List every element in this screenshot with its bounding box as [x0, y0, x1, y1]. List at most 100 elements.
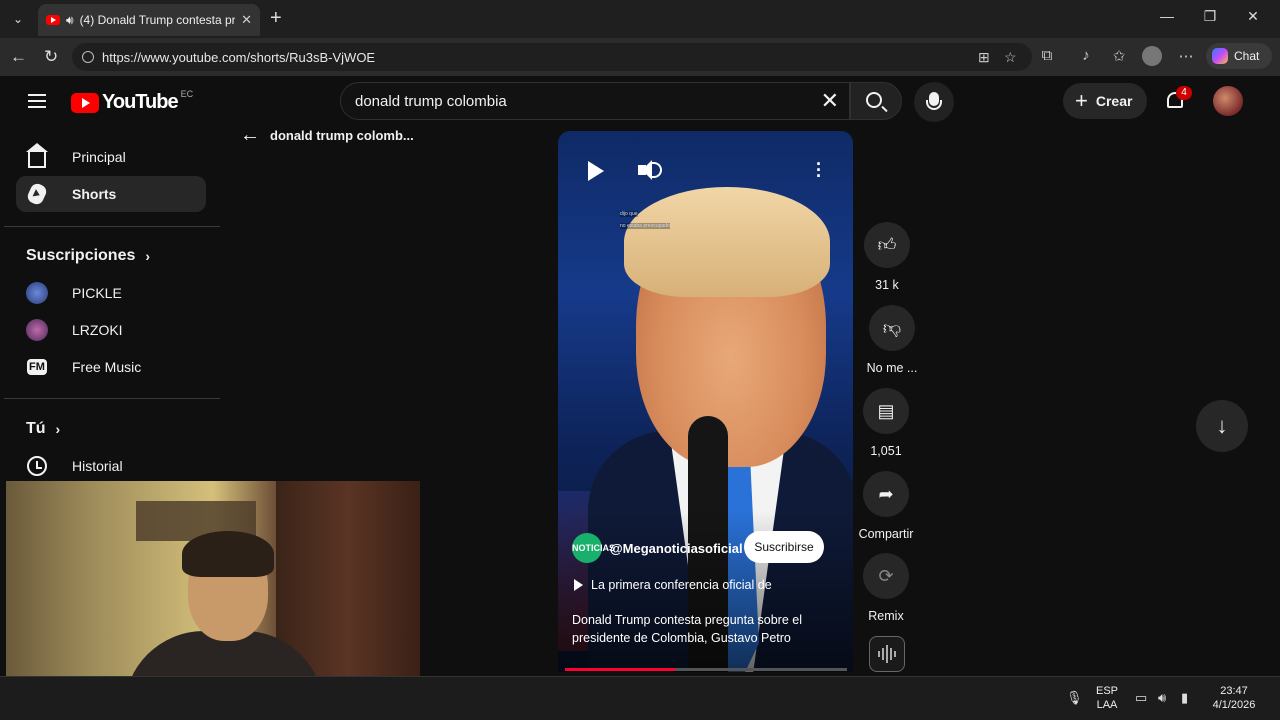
site-info-icon[interactable] — [82, 51, 94, 63]
clock[interactable]: 23:47 4/1/2026 — [1204, 684, 1264, 712]
youtube-play-icon — [71, 92, 99, 113]
restore-button[interactable]: ❐ — [1195, 8, 1225, 25]
youtube-favicon-icon — [46, 15, 60, 25]
favorite-star-icon[interactable]: ☆ — [1004, 49, 1017, 66]
clear-search-icon[interactable]: ✕ — [821, 90, 839, 112]
thumbs-down-icon: 👎︎ — [869, 305, 915, 351]
comments-button[interactable]: ▤ 1,051 — [851, 388, 921, 458]
subscribe-button[interactable]: Suscribirse — [744, 531, 824, 563]
short-video-player[interactable]: · · · dijo que no estaba preocupado NOTICI… — [558, 131, 853, 672]
description-link[interactable]: La primera conferencia oficial de — [574, 578, 772, 592]
back-to-search[interactable]: ← donald trump colomb... — [240, 124, 414, 147]
chevron-right-icon: › — [55, 421, 61, 437]
history-icon — [27, 456, 47, 476]
video-progress-fill — [565, 668, 675, 671]
wave-bar — [878, 651, 880, 657]
chevron-right-icon: › — [145, 248, 151, 264]
description-link-label: La primera conferencia oficial de — [591, 578, 772, 592]
dislike-button[interactable]: 👎︎ No me ... — [857, 305, 927, 375]
wave-bar — [882, 648, 884, 660]
notifications-button[interactable]: 4 — [1164, 86, 1192, 112]
microphone-tray-icon[interactable]: 🎙︎ — [1066, 690, 1083, 706]
search-icon — [866, 92, 882, 108]
sidebar-item-label: Historial — [72, 458, 123, 474]
copilot-label: Chat — [1234, 49, 1260, 63]
play-icon[interactable] — [588, 161, 604, 181]
wave-bar — [890, 648, 892, 660]
language-code: ESP — [1095, 685, 1118, 697]
channel-row[interactable]: NOTICIAS @Meganoticiasoficial — [572, 533, 743, 563]
sidebar-item-history[interactable]: Historial — [16, 448, 206, 484]
volume-tray-icon[interactable]: 🔊︎ — [1158, 690, 1166, 706]
like-button[interactable]: 👍︎ 31 k — [852, 222, 922, 292]
create-button[interactable]: + Crear — [1063, 83, 1147, 119]
channel-avatar — [26, 282, 48, 304]
more-options-icon[interactable]: · · · — [816, 155, 822, 185]
sidebar-item-free-music[interactable]: FM Free Music — [16, 349, 206, 385]
thumbs-up-icon: 👍︎ — [864, 222, 910, 268]
you-heading-label: Tú — [26, 420, 46, 437]
voice-search-button[interactable] — [914, 82, 954, 122]
history-icon-wrap — [26, 455, 48, 477]
copilot-chat-button[interactable]: Chat — [1206, 43, 1272, 69]
app-available-icon[interactable]: ⊞ — [978, 49, 990, 66]
comment-count: 1,051 — [870, 444, 902, 458]
share-button[interactable]: ➦ Compartir — [851, 471, 921, 541]
tab-actions-menu[interactable]: ⌄ — [6, 8, 30, 30]
channel-name[interactable]: @Meganoticiasoficial — [610, 541, 743, 556]
avatar-wrap — [26, 282, 48, 304]
notification-badge: 4 — [1176, 86, 1192, 100]
video-caption-overlay-1: dijo que — [620, 211, 638, 217]
back-arrow-icon[interactable]: ← — [10, 47, 27, 67]
video-progress-bar[interactable] — [565, 668, 847, 671]
tab-close-icon[interactable]: ✕ — [241, 12, 252, 28]
input-language[interactable]: ESP LAA — [1092, 684, 1122, 712]
youtube-logo[interactable]: YouTube EC — [71, 88, 194, 114]
sidebar-item-lrzoki[interactable]: LRZOKI — [16, 312, 206, 348]
more-menu-icon[interactable]: ⋯ — [1175, 47, 1197, 65]
avatar-wrap: FM — [26, 356, 48, 378]
browser-toolbar: ← ↻ https://www.youtube.com/shorts/Ru3sB… — [0, 38, 1280, 76]
browser-profile-avatar[interactable] — [1142, 46, 1162, 66]
sidebar-item-pickle[interactable]: PICKLE — [16, 275, 206, 311]
subscriptions-heading[interactable]: Suscripciones › — [26, 247, 150, 265]
sidebar-item-label: LRZOKI — [72, 322, 123, 338]
refresh-icon[interactable]: ↻ — [44, 47, 58, 67]
sound-thumbnail[interactable] — [869, 636, 905, 672]
network-icon[interactable]: ▭ — [1135, 690, 1147, 706]
comment-icon: ▤ — [863, 388, 909, 434]
webcam-person-hair — [182, 531, 274, 577]
volume-icon[interactable] — [638, 159, 662, 183]
sidebar-item-shorts[interactable]: Shorts — [16, 176, 206, 212]
search-button[interactable] — [850, 82, 902, 120]
next-short-button[interactable]: ↓ — [1196, 400, 1248, 452]
extensions-icon[interactable]: ⧉ — [1036, 47, 1058, 64]
sound-wave — [652, 162, 662, 178]
favorites-icon[interactable]: ✩ — [1108, 47, 1130, 65]
back-label: donald trump colomb... — [270, 128, 414, 143]
language-layout: LAA — [1096, 699, 1118, 711]
guide-menu-icon[interactable] — [28, 94, 46, 108]
search-input[interactable]: donald trump colombia ✕ — [340, 82, 850, 120]
sidebar-item-home[interactable]: Principal — [16, 139, 206, 175]
share-label: Compartir — [858, 527, 914, 541]
remix-button[interactable]: ⟳ Remix — [851, 553, 921, 623]
sidebar-divider — [4, 398, 220, 399]
address-bar[interactable]: https://www.youtube.com/shorts/Ru3sB-VjW… — [72, 43, 1032, 71]
account-avatar[interactable] — [1213, 86, 1243, 116]
country-code: EC — [180, 88, 194, 99]
close-window-button[interactable]: ✕ — [1238, 8, 1268, 25]
minimize-button[interactable]: — — [1152, 8, 1182, 24]
clock-date: 4/1/2026 — [1212, 699, 1256, 711]
microphone-stand — [926, 100, 942, 110]
channel-avatar — [26, 319, 48, 341]
reading-mode-icon[interactable]: ♪ — [1075, 47, 1097, 64]
clock-time: 23:47 — [1220, 685, 1248, 697]
new-tab-button[interactable]: + — [270, 8, 282, 28]
you-heading[interactable]: Tú › — [26, 420, 60, 438]
battery-icon[interactable]: ▮ — [1181, 690, 1188, 706]
speaker-icon[interactable]: 🔊︎ — [66, 13, 74, 28]
search-query: donald trump colombia — [355, 92, 507, 110]
create-label: Crear — [1095, 93, 1133, 109]
browser-tab-active[interactable]: 🔊︎ (4) Donald Trump contesta pr ✕ — [38, 4, 260, 36]
